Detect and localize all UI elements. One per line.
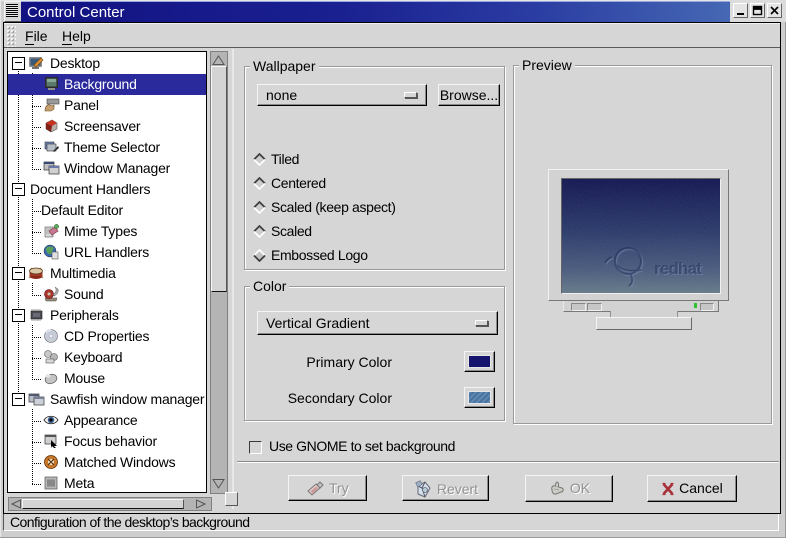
svg-text:redhat: redhat [654,259,702,278]
